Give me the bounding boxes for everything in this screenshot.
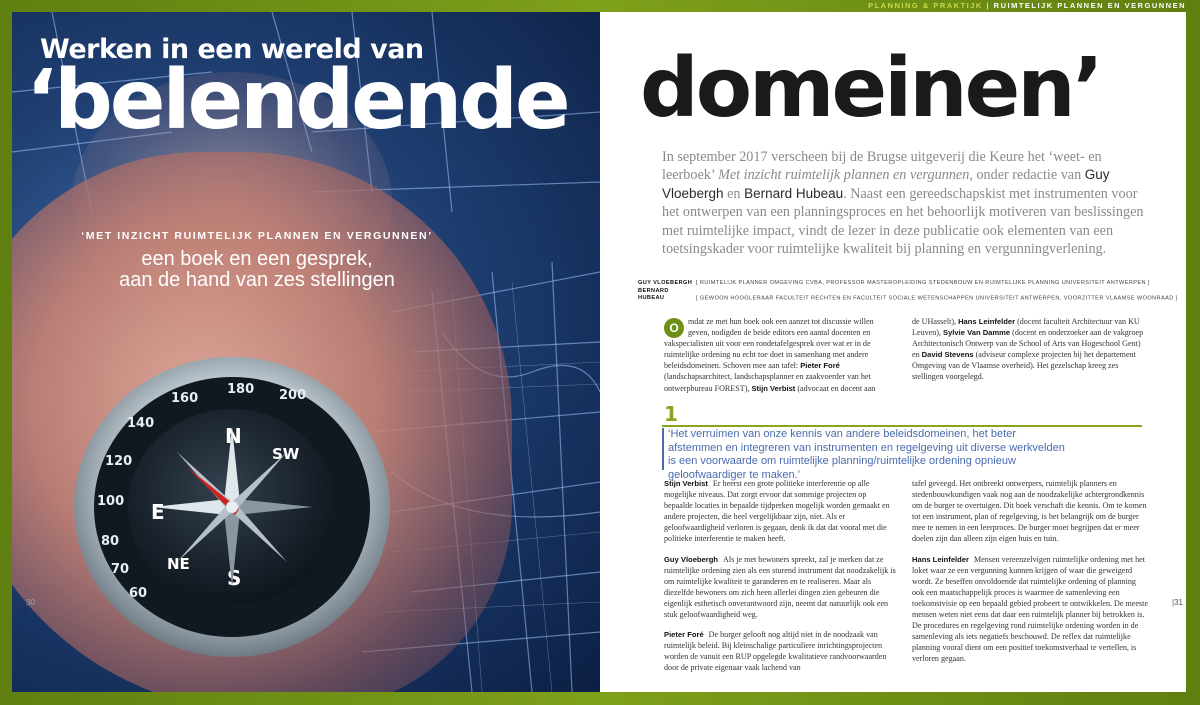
compass-number: 120 (105, 454, 132, 469)
speaker-name: Pieter Foré (664, 630, 704, 640)
compass-number: 200 (279, 388, 306, 403)
right-page: domeinen’ In september 2017 verscheen bi… (600, 12, 1186, 692)
compass-illustration: 180 160 140 120 100 80 70 60 200 N E S S… (74, 357, 390, 657)
body-text: de UHasselt), (912, 317, 959, 326)
body-intro-right: de UHasselt), Hans Leinfelder (docent fa… (912, 316, 1150, 383)
author-line: BERNARD HUBEAU [ GEWOON HOOGLERAAR FACUL… (638, 288, 1178, 303)
compass-letter-sw: SW (272, 445, 300, 463)
intro-text: en (723, 185, 745, 202)
book-title: Met inzicht ruimtelijk plannen en vergun… (718, 167, 970, 184)
intro-text: , onder redactie van (969, 167, 1082, 184)
author-name: BERNARD HUBEAU (638, 287, 669, 302)
compass-letter-s: S (227, 566, 241, 590)
participant-name: Hans Leinfelder (958, 317, 1016, 326)
cover-subtitle-line2: aan de hand van zes stellingen (119, 269, 395, 291)
subsection-label: RUIMTELIJK PLANNEN EN VERGUNNEN (993, 1, 1186, 10)
participant-name: Pieter Foré (800, 361, 840, 371)
discussion-column-left: Stijn Verbist Er heerst een grote politie… (664, 478, 896, 674)
statement-rule (662, 425, 1142, 427)
left-page-photo: 180 160 140 120 100 80 70 60 200 N E S S… (12, 12, 600, 692)
discussion-column-right: tafel geveegd. Het ontbreekt ontwerpers,… (912, 478, 1150, 665)
page-number-left: 30 (26, 598, 35, 607)
discussion-paragraph: Hans Leinfelder Mensen vereenzelvigen rui… (912, 554, 1150, 665)
discussion-text: Mensen vereenzelvigen ruimtelijke ordeni… (912, 554, 1148, 664)
page-number-right: |31 (1172, 598, 1183, 607)
author-role: [ GEWOON HOOGLERAAR FACULTEIT RECHTEN EN… (695, 295, 1178, 301)
discussion-text: tafel geveegd. Het ontbreekt ontwerpers,… (912, 479, 1147, 544)
compass-number: 60 (129, 586, 147, 601)
intro-lead: In september 2017 verscheen bij de Brugs… (662, 148, 1152, 258)
author-name: GUY VLOEBERGH (638, 280, 693, 286)
body-text: mdat ze met hun boek ook een aanzet tot … (664, 317, 874, 371)
editor-name: Bernard Hubeau (744, 185, 844, 201)
cover-subtitle-line1: een boek en een gesprek, (141, 248, 373, 270)
cover-subtitle: een boek en een gesprek, aan de hand van… (62, 249, 452, 291)
discussion-paragraph: Pieter Foré De burger gelooft nog altijd … (664, 629, 896, 673)
compass-number: 180 (227, 382, 254, 397)
author-role: [ RUIMTELIJK PLANNER OMGEVING CVBA, PROF… (695, 280, 1150, 286)
quote-bar (662, 428, 664, 470)
section-separator: | (986, 1, 991, 10)
statement-number: 1 (664, 402, 678, 426)
discussion-paragraph: Guy Vloebergh Als je met bewoners spreekt… (664, 554, 896, 621)
headline-big-left: ‘belendende (26, 53, 571, 148)
section-label: PLANNING & PRAKTIJK (868, 1, 983, 10)
dropcap: O (664, 318, 684, 338)
compass-number: 160 (171, 391, 198, 406)
compass-number: 140 (127, 416, 154, 431)
author-credits: GUY VLOEBERGH [ RUIMTELIJK PLANNER OMGEV… (638, 280, 1178, 303)
book-kicker: ‘MET INZICHT RUIMTELIJK PLANNEN EN VERGU… (81, 230, 433, 242)
speaker-name: Guy Vloebergh (664, 554, 719, 564)
speaker-name: Stijn Verbist (664, 479, 708, 488)
discussion-paragraph: tafel geveegd. Het ontbreekt ontwerpers,… (912, 478, 1150, 545)
discussion-paragraph: Stijn Verbist Er heerst een grote politie… (664, 478, 896, 545)
compass-letter-e: E (151, 500, 165, 524)
compass-number: 100 (97, 494, 124, 509)
body-intro-left: Omdat ze met hun boek ook een aanzet tot… (664, 316, 896, 394)
discussion-text: Er heerst een grote politieke interferen… (664, 479, 890, 544)
speaker-name: Hans Leinfelder (912, 554, 969, 564)
author-line: GUY VLOEBERGH [ RUIMTELIJK PLANNER OMGEV… (638, 280, 1178, 288)
compass-number: 70 (111, 562, 129, 577)
discussion-text: Als je met bewoners spreekt, zal je merk… (664, 554, 896, 620)
compass-number: 80 (101, 534, 119, 549)
participant-name: Stijn Verbist (751, 383, 796, 393)
participant-name: David Stevens (921, 350, 974, 360)
compass-letter-ne: NE (167, 555, 190, 573)
headline-big-right: domeinen’ (640, 41, 1104, 136)
section-bar: PLANNING & PRAKTIJK | RUIMTELIJK PLANNEN… (600, 0, 1200, 12)
body-text: (advocaat en docent aan (795, 383, 876, 393)
participant-name: Sylvie Van Damme (943, 328, 1011, 338)
statement-quote: ‘Het verruimen van onze kennis van ander… (668, 428, 1065, 481)
